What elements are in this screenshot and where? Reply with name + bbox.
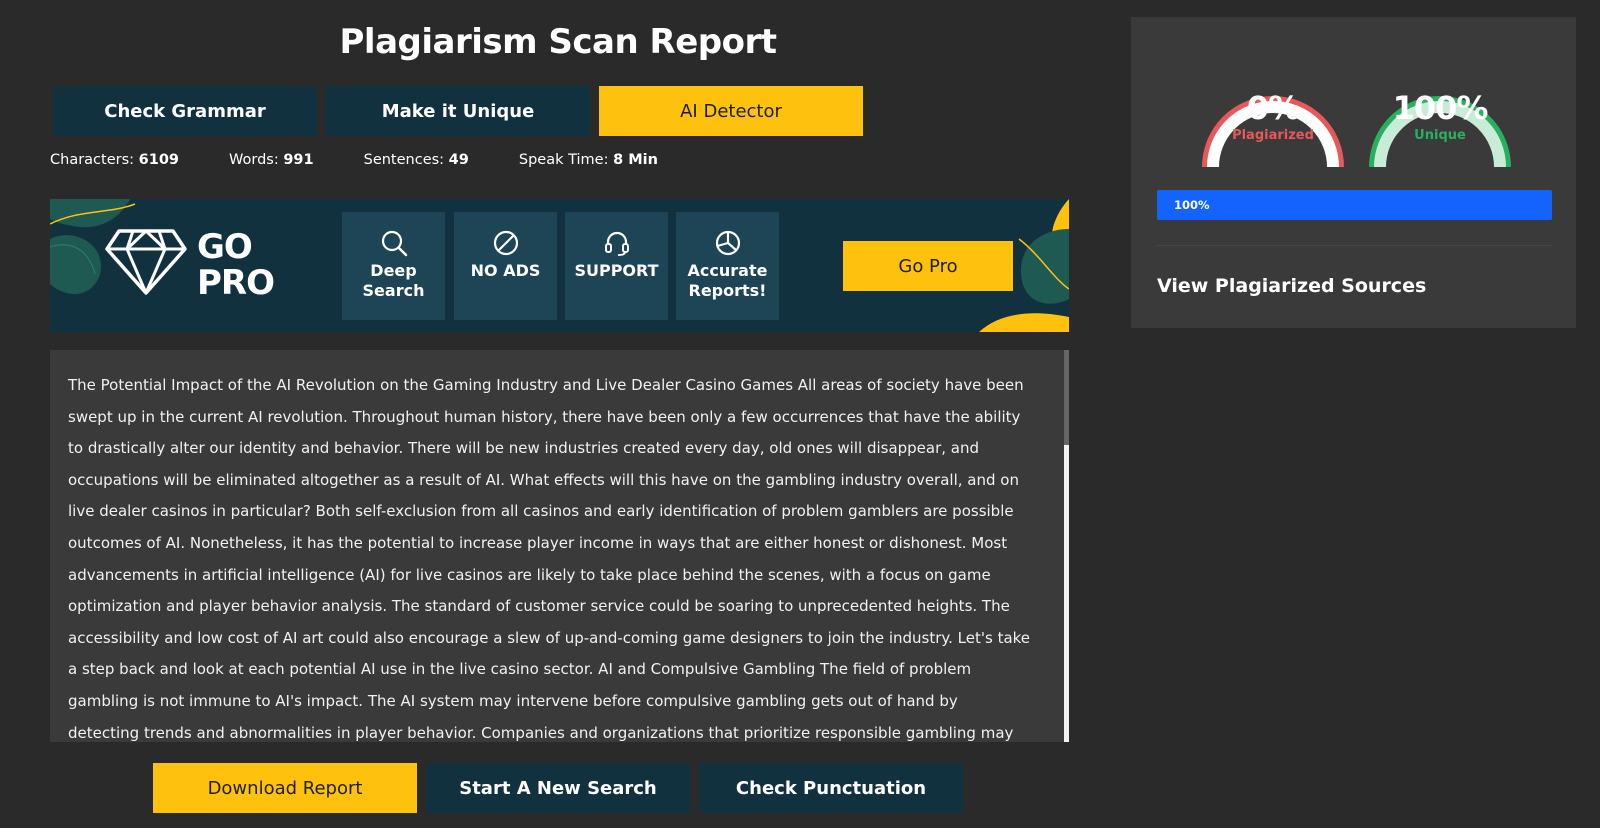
make-unique-button[interactable]: Make it Unique xyxy=(326,86,590,136)
go-pro-button[interactable]: Go Pro xyxy=(843,241,1013,291)
feature-support: SUPPORT xyxy=(565,212,668,320)
go-pro-title: GO PRO xyxy=(197,227,275,303)
document-text: The Potential Impact of the AI Revolutio… xyxy=(68,376,1031,742)
divider xyxy=(1157,245,1552,246)
stat-characters: Characters: 6109 xyxy=(50,152,179,168)
headset-icon xyxy=(604,231,629,256)
pie-chart-icon xyxy=(715,230,740,256)
plagiarized-gauge: 0% Plagiarized xyxy=(1198,49,1348,168)
scan-progress-text: 100% xyxy=(1174,198,1210,212)
page-title: Plagiarism Scan Report xyxy=(339,22,777,62)
scan-progress-fill xyxy=(1157,190,1552,220)
text-stats: Characters: 6109 Words: 991 Sentences: 4… xyxy=(50,152,708,168)
action-buttons: Download Report Start A New Search Check… xyxy=(153,763,963,813)
stat-sentences: Sentences: 49 xyxy=(363,152,469,168)
check-grammar-button[interactable]: Check Grammar xyxy=(53,86,317,136)
new-search-button[interactable]: Start A New Search xyxy=(426,763,690,813)
ai-detector-button[interactable]: AI Detector xyxy=(599,86,863,136)
view-plagiarized-sources-link[interactable]: View Plagiarized Sources xyxy=(1157,275,1426,297)
stat-words: Words: 991 xyxy=(229,152,314,168)
feature-deep-search: Deep Search xyxy=(342,212,445,320)
unique-label: Unique xyxy=(1414,128,1466,143)
tool-buttons: Check Grammar Make it Unique AI Detector xyxy=(53,86,863,136)
document-text-panel[interactable]: The Potential Impact of the AI Revolutio… xyxy=(50,350,1069,742)
stat-speak-time: Speak Time: 8 Min xyxy=(518,152,658,168)
plagiarized-percent: 0% xyxy=(1246,89,1300,127)
unique-percent: 100% xyxy=(1392,89,1489,127)
scan-progress-bar: 100% xyxy=(1157,190,1552,220)
feature-no-ads: NO ADS xyxy=(454,212,557,320)
no-ads-icon xyxy=(493,230,518,256)
go-pro-banner[interactable]: GO PRO Deep Search NO ADS SUPPORT Accura… xyxy=(50,199,1069,332)
search-icon xyxy=(381,230,407,257)
plagiarized-label: Plagiarized xyxy=(1232,128,1314,143)
feature-accurate-reports: Accurate Reports! xyxy=(676,212,779,320)
download-report-button[interactable]: Download Report xyxy=(153,763,417,813)
scrollbar-thumb[interactable] xyxy=(1064,350,1069,445)
results-panel: 0% Plagiarized 100% Unique 100% View Pla… xyxy=(1131,17,1576,328)
unique-gauge: 100% Unique xyxy=(1365,49,1515,168)
diamond-icon xyxy=(105,229,187,295)
check-punctuation-button[interactable]: Check Punctuation xyxy=(699,763,963,813)
